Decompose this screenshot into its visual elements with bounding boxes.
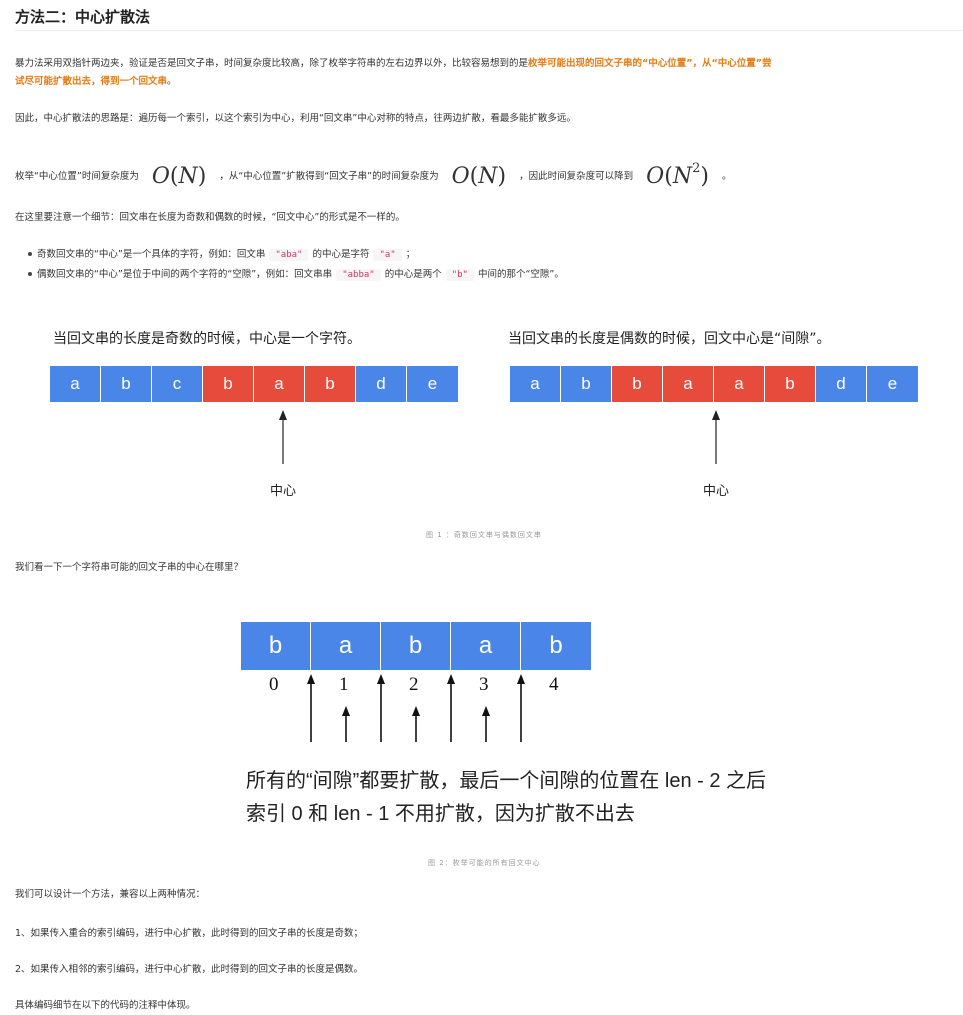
figure2-string: babab xyxy=(241,622,591,670)
figure2-line2: 索引 0 和 len - 1 不用扩散，因为扩散不出去 xyxy=(246,803,635,825)
bullet-even-text-c: 中间的那个“空隙”。 xyxy=(477,269,564,280)
complexity-text-d: 。 xyxy=(721,171,732,182)
figure1-left-cell: a xyxy=(254,366,305,402)
arrow-up-icon xyxy=(279,410,287,464)
figure1-left-string: abcbabde xyxy=(50,366,458,402)
figure1-left-cell: a xyxy=(50,366,101,402)
arrow-up-icon xyxy=(377,674,385,742)
figure1-right-cell: a xyxy=(714,366,765,402)
paragraph-intro: 暴力法采用双指针两边夹，验证是否是回文子串，时间复杂度比较高，除了枚举字符串的左… xyxy=(15,55,772,91)
bullet-dot xyxy=(28,271,32,276)
intro-text: 暴力法采用双指针两边夹，验证是否是回文子串，时间复杂度比较高，除了枚举字符串的左… xyxy=(15,58,529,69)
figure1-right-center-label: 中心 xyxy=(703,484,730,499)
figure1-right-cell: a xyxy=(510,366,561,402)
paragraph-case2: 2、如果传入相邻的索引编码，进行中心扩散，此时得到的回文子串的长度是偶数。 xyxy=(15,964,364,975)
math-o-n-1: O(N) xyxy=(151,164,207,189)
complexity-text-c: ，因此时间复杂度可以降到 xyxy=(519,171,634,182)
bullet-odd-text-c: ； xyxy=(405,249,416,260)
figure2-line1: 所有的“间隙”都要扩散，最后一个间隙的位置在 len - 2 之后 xyxy=(246,770,767,792)
paragraph-idea: 因此，中心扩散法的思路是：遍历每一个索引，以这个索引为中心，利用“回文串”中心对… xyxy=(15,113,576,124)
figure1-left-cell: e xyxy=(407,366,458,402)
figure2-cell: a xyxy=(451,622,521,670)
arrow-up-icon xyxy=(447,674,455,742)
bullet-even-text-a: 偶数回文串的“中心”是位于中间的两个字符的“空隙”，例如：回文串串 xyxy=(37,269,333,280)
section-title: 方法二：中心扩散法 xyxy=(15,8,151,26)
figure1-left-cell: d xyxy=(356,366,407,402)
arrow-up-icon xyxy=(517,674,525,742)
paragraph-design: 我们可以设计一个方法，兼容以上两种情况： xyxy=(15,889,206,900)
paragraph-detail: 在这里要注意一个细节：回文串在长度为奇数和偶数的时候，“回文中心”的形式是不一样… xyxy=(15,212,405,223)
paragraph-detail-code: 具体编码细节在以下的代码的注释中体现。 xyxy=(15,1000,196,1011)
bullet-odd-text-b: 的中心是字符 xyxy=(312,249,370,260)
arrow-up-icon xyxy=(412,706,420,742)
title-divider xyxy=(15,30,963,31)
figure1-right-cell: d xyxy=(816,366,867,402)
arrow-up-icon xyxy=(712,410,720,464)
figure1-right-cell: b xyxy=(561,366,612,402)
figure1-right-title: 当回文串的长度是偶数的时候，回文中心是“间隙”。 xyxy=(508,331,831,347)
arrow-up-icon xyxy=(307,674,315,742)
complexity-text-b: ，从“中心位置”扩散得到“回文子串”的时间复杂度为 xyxy=(219,171,439,182)
bullet-even-text-b: 的中心是两个 xyxy=(384,269,442,280)
intro-end: 。 xyxy=(167,76,177,87)
bullet-list: 奇数回文串的“中心”是一个具体的字符，例如：回文串 "aba" 的中心是字符 "a"；… xyxy=(18,245,564,285)
bullet-odd-text-a: 奇数回文串的“中心”是一个具体的字符，例如：回文串 xyxy=(37,249,266,260)
figure2-arrows xyxy=(307,674,525,742)
figure1-right-cell: b xyxy=(765,366,816,402)
figure2-cell: b xyxy=(381,622,451,670)
code-b: "b" xyxy=(445,269,474,281)
figure1-left-center-label: 中心 xyxy=(270,484,297,499)
complexity-text-a: 枚举“中心位置”时间复杂度为 xyxy=(15,171,139,182)
arrow-up-icon xyxy=(342,706,350,742)
math-o-n-squared: O(N2) xyxy=(646,161,709,189)
arrow-up-icon xyxy=(482,706,490,742)
bullet-odd: 奇数回文串的“中心”是一个具体的字符，例如：回文串 "aba" 的中心是字符 "a"； xyxy=(18,245,564,265)
figure1-right-cell: b xyxy=(612,366,663,402)
math-o-n-2: O(N) xyxy=(451,164,507,189)
bullet-dot xyxy=(28,251,32,256)
code-abba: "abba" xyxy=(336,269,381,281)
intro-highlight-2: 试尽可能扩散出去，得到一个回文串 xyxy=(15,76,168,87)
figure1-left-cell: c xyxy=(152,366,203,402)
figure1-caption: 图 1 ：奇数回文串与偶数回文串 xyxy=(426,531,542,539)
paragraph-case1: 1、如果传入重合的索引编码，进行中心扩散，此时得到的回文子串的长度是奇数； xyxy=(15,928,364,939)
code-aba: "aba" xyxy=(269,249,309,261)
figure1-left-cell: b xyxy=(305,366,356,402)
figure1-right-string: abbaabde xyxy=(510,366,918,402)
bullet-even: 偶数回文串的“中心”是位于中间的两个字符的“空隙”，例如：回文串串 "abba" 的… xyxy=(18,265,564,285)
paragraph-complexity: 枚举“中心位置”时间复杂度为 O(N) ，从“中心位置”扩散得到“回文子串”的时… xyxy=(15,154,731,192)
figure1-right-cell: a xyxy=(663,366,714,402)
figure1-left-cell: b xyxy=(101,366,152,402)
intro-highlight-1: 枚举可能出现的回文子串的“中心位置”，从“中心位置”尝 xyxy=(528,58,772,69)
paragraph-question: 我们看一下一个字符串可能的回文子串的中心在哪里？ xyxy=(15,562,244,573)
figure1-arrows xyxy=(279,410,720,464)
figure2-cell: a xyxy=(311,622,381,670)
figure1-left-cell: b xyxy=(203,366,254,402)
code-a: "a" xyxy=(373,249,402,261)
figure2-cell: b xyxy=(521,622,591,670)
figure2-caption: 图 2：枚举可能的所有回文中心 xyxy=(428,859,541,867)
figure1-right-cell: e xyxy=(867,366,918,402)
figure1-left-title: 当回文串的长度是奇数的时候，中心是一个字符。 xyxy=(53,331,361,347)
figure2-cell: b xyxy=(241,622,311,670)
